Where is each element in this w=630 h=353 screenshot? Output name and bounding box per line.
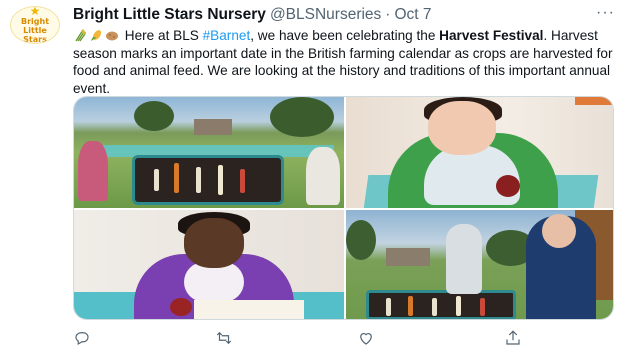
tweet-text: Here at BLS #Barnet, we have been celebr…: [73, 27, 621, 97]
display-name[interactable]: Bright Little Stars Nursery: [73, 6, 266, 24]
tweet-date[interactable]: Oct 7: [394, 6, 431, 24]
hashtag-link[interactable]: #Barnet: [203, 28, 251, 43]
tweet-text-part1: Here at BLS: [124, 28, 203, 43]
heart-icon: [360, 333, 372, 345]
avatar-text-2: Little Stars: [23, 25, 47, 44]
potato-icon: [106, 31, 118, 41]
avatar-logo: ★ Bright Little Stars: [11, 7, 59, 44]
tweet-text-bold: Harvest Festival: [439, 28, 544, 43]
tweet-header: Bright Little Stars Nursery @BLSNurserie…: [73, 6, 432, 24]
share-icon: [506, 330, 520, 345]
user-handle[interactable]: @BLSNurseries: [270, 6, 381, 24]
avatar-text-1: Bright: [20, 16, 50, 26]
photo-outdoor-harvest-table[interactable]: [74, 97, 344, 208]
separator-dot: ·: [385, 6, 391, 23]
tweet-text-part2: , we have been celebrating the: [250, 28, 440, 43]
reply-icon: [75, 332, 89, 346]
tweet-card[interactable]: ★ Bright Little Stars Bright Little Star…: [0, 0, 630, 353]
like-button[interactable]: [357, 329, 381, 347]
share-button[interactable]: [504, 329, 528, 347]
retweet-icon: [216, 331, 232, 345]
tweet-actions: [73, 328, 613, 348]
retweet-button[interactable]: [215, 329, 239, 347]
media-grid: [73, 96, 614, 320]
reply-button[interactable]: [73, 329, 97, 347]
corn-icon: [91, 30, 102, 41]
photo-toddler-green-top[interactable]: [346, 97, 613, 208]
photo-child-purple-top[interactable]: [74, 210, 344, 319]
avatar[interactable]: ★ Bright Little Stars: [10, 6, 60, 44]
photo-children-garden[interactable]: [346, 210, 613, 319]
sheaf-of-rice-icon: [75, 29, 86, 42]
more-options-icon[interactable]: ···: [596, 4, 615, 22]
